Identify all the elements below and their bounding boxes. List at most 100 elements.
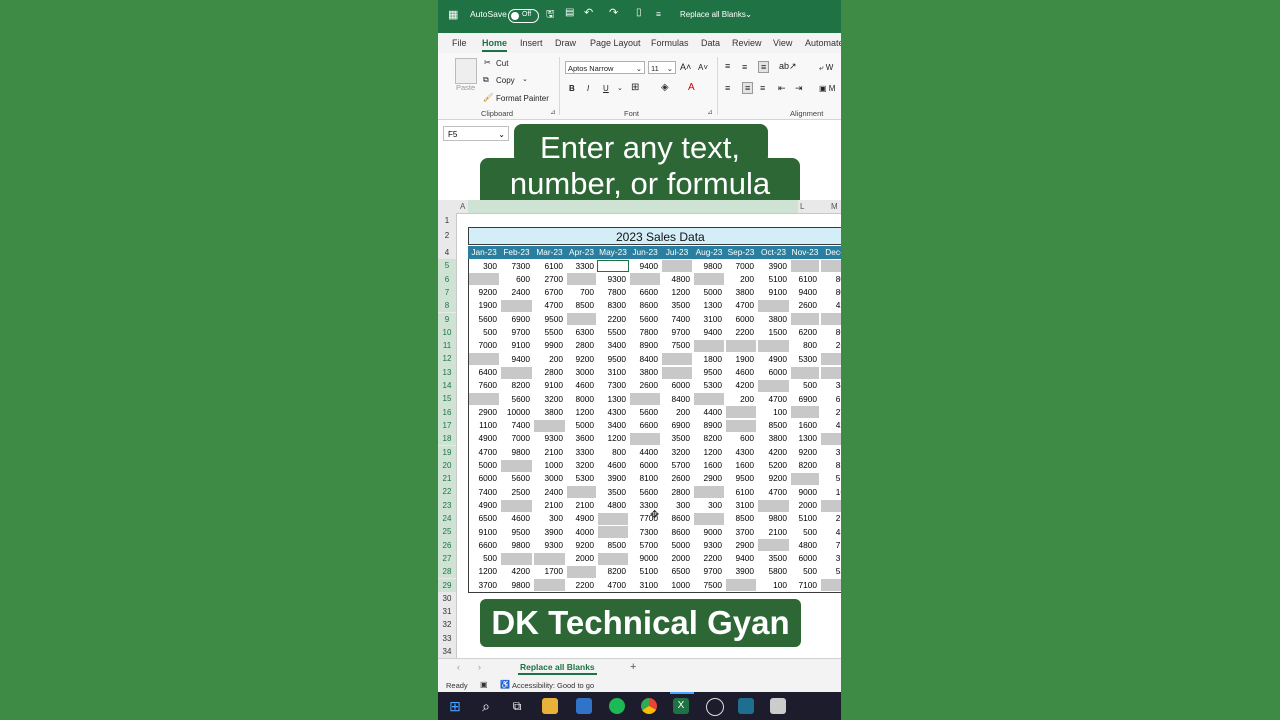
data-cell[interactable]: 4600 <box>725 366 757 379</box>
data-cell[interactable]: 80 <box>820 273 841 286</box>
data-cell[interactable]: 2900 <box>693 472 725 485</box>
merge-center-button[interactable]: ▣ M <box>819 84 835 93</box>
data-cell[interactable]: 7000 <box>468 339 500 352</box>
data-cell[interactable]: 6600 <box>629 419 661 432</box>
data-cell[interactable]: 5600 <box>500 393 533 406</box>
align-center-icon[interactable]: ≡ <box>742 82 754 94</box>
data-cell[interactable]: 6900 <box>500 313 533 326</box>
data-cell[interactable]: 6200 <box>790 326 820 339</box>
data-cell[interactable]: 5500 <box>597 326 629 339</box>
data-cell[interactable]: 5700 <box>629 539 661 552</box>
data-cell[interactable]: 9400 <box>629 260 661 273</box>
spotify-icon[interactable] <box>609 698 625 714</box>
save-icon[interactable]: 🖫 <box>546 7 555 24</box>
data-cell[interactable]: 5100 <box>790 512 820 525</box>
data-cell[interactable]: 300 <box>533 512 566 525</box>
data-cell[interactable]: 300 <box>693 499 725 512</box>
row-header-14[interactable]: 14 <box>438 379 456 393</box>
data-cell[interactable]: 8600 <box>661 512 693 525</box>
blank-cell[interactable] <box>534 419 565 432</box>
undo-icon[interactable]: ↶ <box>584 6 593 19</box>
next-sheet-icon[interactable]: › <box>478 662 481 672</box>
blank-cell[interactable] <box>694 339 724 352</box>
data-cell[interactable]: 1000 <box>661 579 693 592</box>
row-header-24[interactable]: 24 <box>438 512 456 526</box>
blank-cell[interactable] <box>726 339 756 352</box>
blank-cell[interactable] <box>758 339 789 352</box>
data-cell[interactable]: 6100 <box>725 486 757 499</box>
data-cell[interactable]: 3800 <box>725 286 757 299</box>
chevron-down-icon[interactable]: ⌄ <box>617 84 623 92</box>
blank-cell[interactable] <box>662 353 692 366</box>
blank-cell[interactable] <box>501 459 532 472</box>
data-cell[interactable]: 500 <box>468 326 500 339</box>
data-cell[interactable]: 500 <box>790 565 820 578</box>
data-cell[interactable]: 6100 <box>790 273 820 286</box>
align-top-icon[interactable]: ≡ <box>725 61 730 71</box>
task-view-icon[interactable]: ⧉ <box>509 698 525 714</box>
data-cell[interactable]: 2200 <box>566 579 597 592</box>
align-left-icon[interactable]: ≡ <box>725 83 730 93</box>
blank-cell[interactable] <box>726 406 756 419</box>
blank-cell[interactable] <box>501 366 532 379</box>
file-explorer-icon[interactable] <box>542 698 558 714</box>
blank-cell[interactable] <box>791 406 819 419</box>
data-cell[interactable]: 1300 <box>790 432 820 445</box>
mail-icon[interactable] <box>576 698 592 714</box>
increase-indent-icon[interactable]: ⇥ <box>795 83 803 94</box>
data-cell[interactable]: 4600 <box>500 512 533 525</box>
data-cell[interactable]: 4900 <box>468 432 500 445</box>
data-cell[interactable]: 51 <box>820 472 841 485</box>
data-cell[interactable]: 8200 <box>693 432 725 445</box>
data-cell[interactable]: 4700 <box>597 579 629 592</box>
row-header-32[interactable]: 32 <box>438 618 456 631</box>
data-cell[interactable]: 8500 <box>757 419 790 432</box>
data-cell[interactable]: 7400 <box>661 313 693 326</box>
row-header-9[interactable]: 9 <box>438 312 456 326</box>
data-cell[interactable]: 2000 <box>566 552 597 565</box>
data-cell[interactable]: 300 <box>661 499 693 512</box>
data-cell[interactable]: 8400 <box>661 393 693 406</box>
data-cell[interactable]: 5700 <box>661 459 693 472</box>
data-cell[interactable]: 4800 <box>597 499 629 512</box>
data-cell[interactable]: 9300 <box>597 273 629 286</box>
decrease-indent-icon[interactable]: ⇤ <box>778 83 786 94</box>
data-cell[interactable]: 9800 <box>693 260 725 273</box>
data-cell[interactable]: 1600 <box>725 459 757 472</box>
data-cell[interactable]: 3900 <box>757 260 790 273</box>
row-header-8[interactable]: 8 <box>438 299 456 313</box>
fill-color-icon[interactable]: ◈ <box>661 82 669 93</box>
data-cell[interactable]: 4900 <box>757 353 790 366</box>
data-cell[interactable]: 5300 <box>790 353 820 366</box>
data-cell[interactable]: 100 <box>757 406 790 419</box>
data-cell[interactable]: 2800 <box>661 486 693 499</box>
tab-file[interactable]: File <box>452 38 467 48</box>
data-cell[interactable]: 5000 <box>468 459 500 472</box>
tab-draw[interactable]: Draw <box>555 38 576 48</box>
data-cell[interactable]: 27 <box>820 406 841 419</box>
data-cell[interactable]: 7300 <box>629 526 661 539</box>
blank-cell[interactable] <box>469 353 499 366</box>
data-cell[interactable]: 3400 <box>597 419 629 432</box>
font-size-box[interactable]: 11 ⌄ <box>648 61 676 74</box>
blank-cell[interactable] <box>791 313 819 326</box>
font-color-icon[interactable]: A <box>688 82 695 93</box>
data-cell[interactable]: 9200 <box>468 286 500 299</box>
borders-icon[interactable]: ⊞ <box>631 82 639 93</box>
data-cell[interactable]: 2100 <box>533 499 566 512</box>
data-cell[interactable]: 6500 <box>661 565 693 578</box>
row-header-23[interactable]: 23 <box>438 498 456 512</box>
data-cell[interactable]: 3800 <box>533 406 566 419</box>
data-cell[interactable]: 5600 <box>629 486 661 499</box>
data-cell[interactable]: 9200 <box>790 446 820 459</box>
data-cell[interactable]: 2500 <box>500 486 533 499</box>
data-cell[interactable]: 1300 <box>597 393 629 406</box>
data-cell[interactable]: 9100 <box>500 339 533 352</box>
data-cell[interactable]: 2600 <box>790 299 820 312</box>
row-header-16[interactable]: 16 <box>438 405 456 419</box>
data-cell[interactable]: 71 <box>820 539 841 552</box>
blank-cell[interactable] <box>469 273 499 286</box>
data-cell[interactable]: 4600 <box>597 459 629 472</box>
data-cell[interactable]: 500 <box>790 379 820 392</box>
data-cell[interactable]: 5300 <box>566 472 597 485</box>
